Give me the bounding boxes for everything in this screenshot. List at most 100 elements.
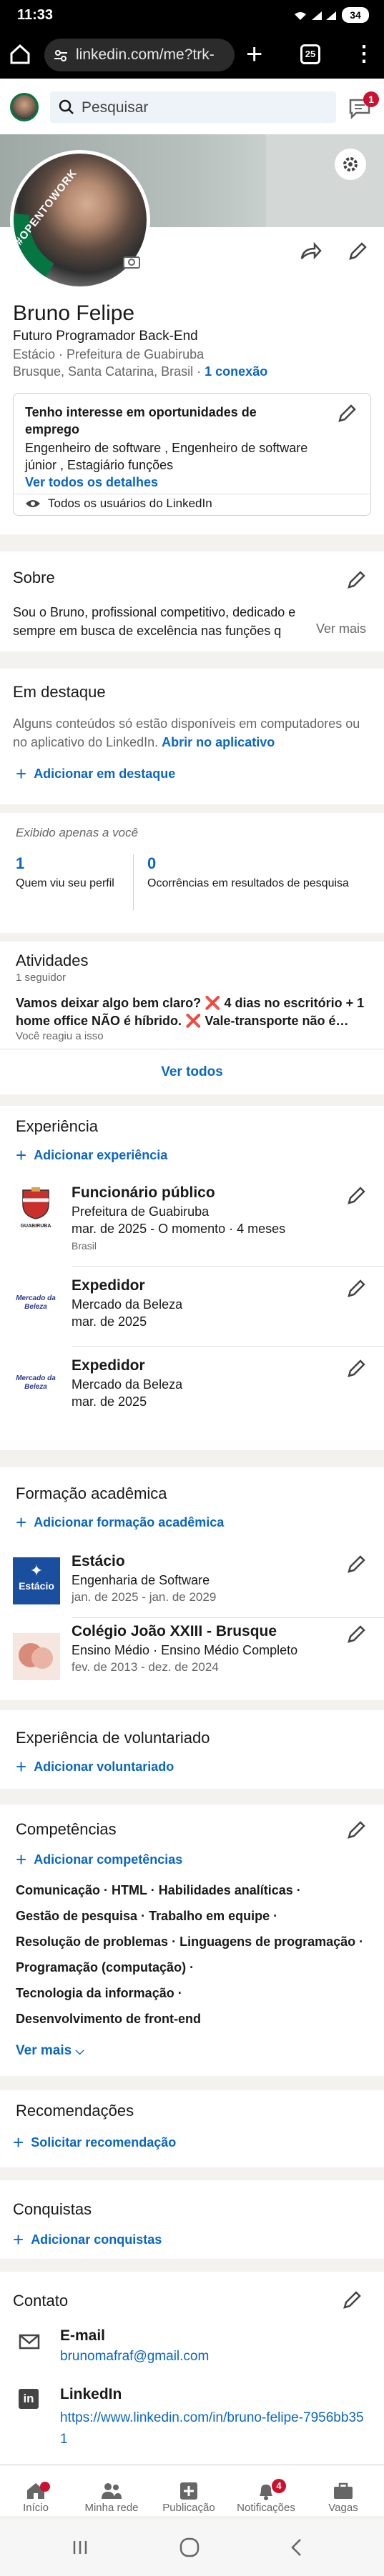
- edit-skills-pencil-icon[interactable]: [346, 1819, 368, 1840]
- url-bar[interactable]: linkedin.com/me?trk-: [44, 39, 235, 71]
- add-education-button[interactable]: + Adicionar formação acadêmica: [16, 1513, 224, 1532]
- job-org: Mercado da Beleza: [72, 1377, 183, 1392]
- skill-chip[interactable]: Desenvolvimento de front-end: [16, 2012, 201, 2026]
- add-volunteer-button[interactable]: + Adicionar voluntariado: [16, 1757, 174, 1776]
- nav-home[interactable]: Início: [0, 2482, 72, 2514]
- profile-company[interactable]: Prefeitura de Guabiruba: [67, 347, 204, 361]
- job-place: Brasil: [72, 1240, 97, 1252]
- nav-post[interactable]: Publicação: [153, 2482, 225, 2514]
- add-experience-button[interactable]: + Adicionar experiência: [16, 1146, 167, 1164]
- education-divider: [72, 1617, 384, 1618]
- edit-experience-pencil-icon[interactable]: [346, 1184, 368, 1206]
- logo-caption: Mercado da Beleza: [16, 1374, 56, 1391]
- linkedin-url-link[interactable]: https://www.linkedin.com/in/bruno-felipe…: [60, 2407, 368, 2450]
- profile-education[interactable]: Estácio: [13, 347, 55, 361]
- skills-see-more-button[interactable]: Ver mais ⌵: [16, 2043, 84, 2059]
- edit-intro-pencil-icon[interactable]: [348, 240, 369, 261]
- share-icon[interactable]: [299, 241, 322, 261]
- edit-education-pencil-icon[interactable]: [346, 1553, 368, 1574]
- skill-chip[interactable]: Comunicação: [16, 1883, 100, 1897]
- edit-about-pencil-icon[interactable]: [346, 569, 368, 590]
- profile-name: Bruno Felipe: [13, 301, 135, 325]
- email-link[interactable]: brunomafraf@gmail.com: [60, 2349, 209, 2365]
- home-badge-dot: [40, 2482, 50, 2492]
- see-all-activity-button[interactable]: Ver todos: [0, 1064, 384, 1080]
- request-recommendation-button[interactable]: + Solicitar recomendação: [13, 2133, 176, 2152]
- plus-icon: +: [16, 1756, 27, 1777]
- skills-row: Comunicação · HTML · Habilidades analíti…: [16, 1883, 301, 1897]
- school-logo: [13, 1633, 60, 1680]
- plus-icon: +: [16, 1849, 27, 1870]
- messages-badge: 1: [363, 91, 379, 107]
- system-nav-bar: [0, 2519, 384, 2576]
- skill-chip[interactable]: Programação (computação): [16, 1960, 186, 1975]
- profile-location-row: Brusque, Santa Catarina, Brasil · 1 cone…: [13, 364, 267, 379]
- skills-row: Programação (computação) ·: [16, 1960, 195, 1975]
- skill-chip[interactable]: Linguagens de programação: [179, 1935, 355, 1949]
- nav-my-network[interactable]: Minha rede: [76, 2482, 147, 2514]
- open-to-work-box[interactable]: Tenho interesse em oportunidades de empr…: [13, 393, 371, 516]
- plus-square-icon: [180, 2482, 197, 2500]
- experience-item[interactable]: Mercado da Beleza Expedidor Mercado da B…: [0, 1347, 384, 1426]
- open-to-work-title: Tenho interesse em oportunidades de empr…: [25, 405, 257, 436]
- education-item[interactable]: ✦ Estácio Estácio Engenharia de Software…: [0, 1546, 384, 1616]
- skill-chip[interactable]: Habilidades analíticas: [159, 1883, 293, 1897]
- recent-apps-icon[interactable]: [72, 2539, 89, 2556]
- camera-icon[interactable]: [123, 254, 140, 269]
- experience-item[interactable]: GUABIRUBA Funcionário público Prefeitura…: [0, 1176, 384, 1266]
- skill-chip[interactable]: HTML: [112, 1883, 147, 1897]
- nav-notifications[interactable]: Notificações: [230, 2482, 302, 2514]
- skill-chip[interactable]: Tecnologia da informação: [16, 1986, 174, 2000]
- open-app-link[interactable]: Abrir no aplicativo: [162, 735, 275, 749]
- edit-contact-pencil-icon[interactable]: [342, 2289, 363, 2310]
- skill-chip[interactable]: Gestão de pesquisa: [16, 1909, 137, 1923]
- home-icon[interactable]: [9, 43, 31, 66]
- connections-link[interactable]: 1 conexão: [205, 364, 267, 379]
- edit-experience-pencil-icon[interactable]: [346, 1277, 368, 1299]
- banner-settings-button[interactable]: [335, 149, 366, 180]
- job-dates: mar. de 2025: [72, 1314, 147, 1329]
- browser-menu-icon[interactable]: ⋮: [353, 40, 375, 69]
- home-circle-icon[interactable]: [179, 2537, 200, 2557]
- about-see-more[interactable]: Ver mais: [312, 621, 367, 636]
- add-accomplishments-button[interactable]: + Adicionar conquistas: [13, 2230, 162, 2249]
- activity-post[interactable]: Vamos deixar algo bem claro? ❌ 4 dias no…: [16, 994, 373, 1030]
- new-tab-icon[interactable]: +: [246, 40, 262, 69]
- skill-chip[interactable]: Trabalho em equipe: [149, 1909, 270, 1923]
- tab-switcher-button[interactable]: 25: [300, 44, 320, 64]
- add-skills-button[interactable]: + Adicionar competências: [16, 1850, 182, 1869]
- coat-of-arms-icon: [22, 1187, 49, 1219]
- volunteer-section: Experiência de voluntariado + Adicionar …: [0, 1710, 384, 1789]
- experience-item[interactable]: Mercado da Beleza Expedidor Mercado da B…: [0, 1267, 384, 1346]
- back-icon[interactable]: [289, 2537, 303, 2557]
- linkedin-logo-icon: in: [19, 2389, 39, 2409]
- profile-photo[interactable]: #OPENTOWORK: [10, 150, 150, 290]
- logo-caption: Mercado da Beleza: [16, 1294, 56, 1311]
- search-appearances-stat[interactable]: 0 Ocorrências em resultados de pesquisa: [147, 854, 362, 891]
- see-all-details-link[interactable]: Ver todos os detalhes: [25, 475, 158, 490]
- separator-dot: ·: [59, 347, 67, 361]
- avatar-small[interactable]: [10, 93, 39, 121]
- skill-chip[interactable]: Resolução de problemas: [16, 1935, 168, 1949]
- logo-caption: Estácio: [19, 1580, 54, 1592]
- nav-jobs[interactable]: Vagas: [307, 2482, 379, 2514]
- featured-text: Alguns conteúdos só estão disponíveis em…: [13, 714, 374, 752]
- edit-open-to-work-pencil-icon[interactable]: [337, 402, 358, 424]
- education-dates: jan. de 2025 - jan. de 2029: [72, 1590, 217, 1604]
- school-name: Estácio: [72, 1553, 125, 1569]
- add-featured-button[interactable]: + Adicionar em destaque: [16, 764, 175, 783]
- experience-heading: Experiência: [16, 1117, 98, 1135]
- edit-education-pencil-icon[interactable]: [346, 1623, 368, 1644]
- featured-section: Em destaque Alguns conteúdos só estão di…: [0, 669, 384, 804]
- search-icon: [59, 99, 74, 114]
- education-item[interactable]: Colégio João XXIII - Brusque Ensino Médi…: [0, 1619, 384, 1697]
- gear-icon: [343, 157, 358, 171]
- linkedin-topbar: Pesquisar 1: [0, 79, 384, 134]
- profile-views-stat[interactable]: 1 Quem viu seu perfil: [16, 854, 130, 891]
- skills-heading: Competências: [16, 1820, 117, 1838]
- edit-experience-pencil-icon[interactable]: [346, 1357, 368, 1379]
- envelope-icon: [19, 2334, 40, 2350]
- skills-section: Competências + Adicionar competências Co…: [0, 1804, 384, 2076]
- site-settings-icon[interactable]: [53, 48, 69, 64]
- search-bar[interactable]: Pesquisar: [50, 91, 336, 123]
